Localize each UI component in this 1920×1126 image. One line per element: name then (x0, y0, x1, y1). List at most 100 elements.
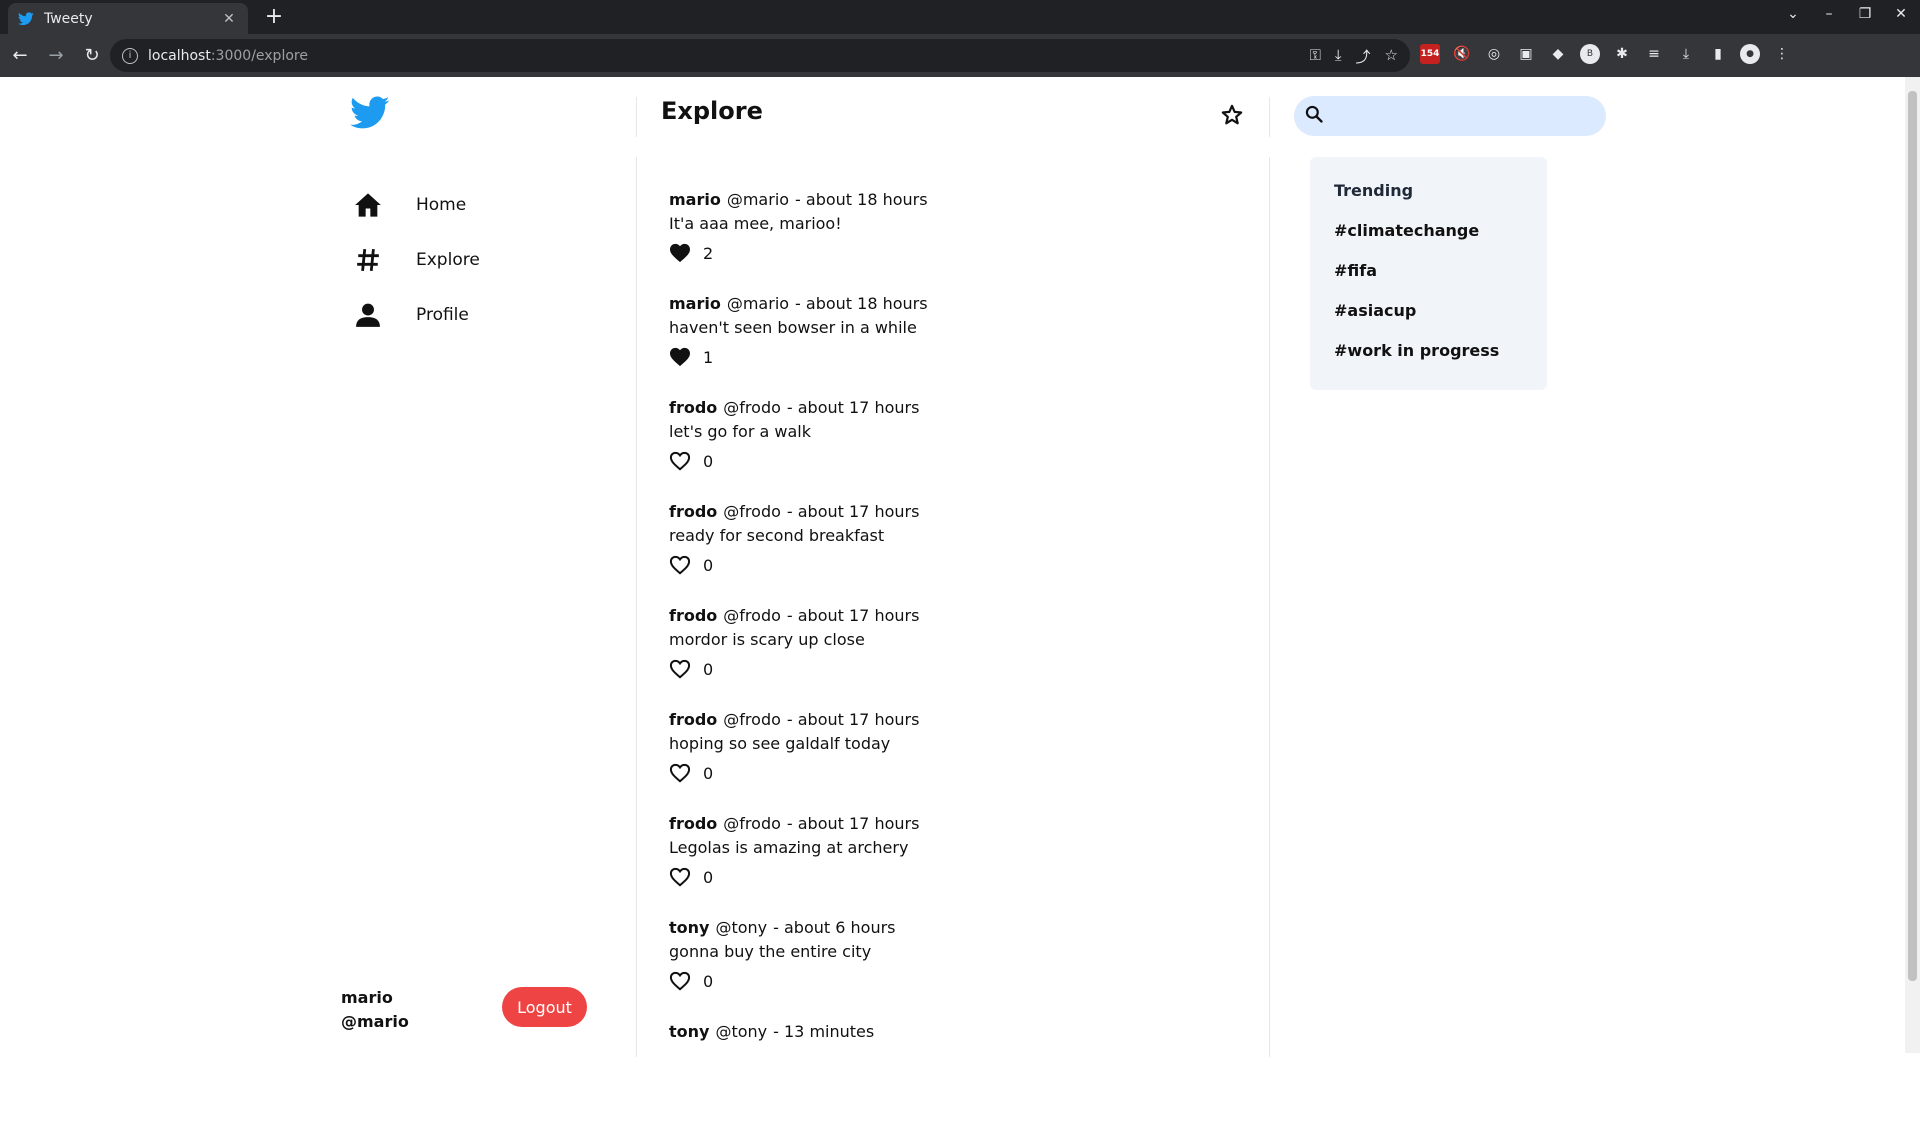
tweet-author-name[interactable]: frodo (669, 398, 717, 417)
sidebar-item-explore[interactable]: Explore (350, 240, 480, 280)
account-avatar-icon[interactable]: ● (1740, 44, 1760, 64)
sidebar-item-home[interactable]: Home (350, 185, 466, 225)
tweet-author-name[interactable]: mario (669, 294, 721, 313)
scrollbar-thumb[interactable] (1908, 91, 1917, 981)
tweet-header: tony @tony - 13 minutes (669, 1022, 928, 1042)
tweet-timestamp: - about 17 hours (786, 710, 920, 729)
browser-tab[interactable]: Tweety ✕ (8, 3, 248, 34)
screen-icon[interactable]: ▣ (1516, 44, 1536, 64)
current-user-handle: @mario (341, 1012, 409, 1031)
puzzle-icon[interactable]: ✱ (1612, 44, 1632, 64)
tweet-author-handle[interactable]: @mario (727, 190, 789, 209)
tweet-author-name[interactable]: frodo (669, 814, 717, 833)
mail-extension-icon[interactable]: 154 (1420, 44, 1440, 64)
share-icon[interactable]: ⤴ (1356, 46, 1371, 67)
sidebar-item-profile[interactable]: Profile (350, 295, 469, 335)
tweet-author-handle[interactable]: @frodo (723, 710, 781, 729)
tweet: frodo @frodo - about 17 hours Legolas is am… (669, 814, 928, 918)
trending-tag[interactable]: #work in progress (1334, 341, 1547, 360)
tweet-header: frodo @frodo - about 17 hours (669, 502, 928, 522)
heart-outline-icon[interactable] (669, 866, 691, 888)
trending-panel: Trending #climatechange #fifa #asiacup #… (1310, 157, 1547, 390)
tweet-author-handle[interactable]: @mario (727, 294, 789, 313)
tweet-author-handle[interactable]: @frodo (723, 814, 781, 833)
tweet-author-handle[interactable]: @tony (715, 1022, 767, 1041)
divider (1269, 157, 1270, 1057)
back-icon[interactable]: ← (4, 40, 36, 72)
heart-filled-icon[interactable] (669, 346, 691, 368)
heart-outline-icon[interactable] (669, 554, 691, 576)
twitter-logo-icon[interactable] (350, 96, 390, 134)
color-picker-icon[interactable]: ◆ (1548, 44, 1568, 64)
sparkle-star-icon[interactable] (1218, 101, 1246, 129)
tweet-author-handle[interactable]: @frodo (723, 606, 781, 625)
divider (636, 97, 637, 137)
minimize-icon[interactable]: – (1820, 6, 1838, 22)
tweet: frodo @frodo - about 17 hours mordor is sca… (669, 606, 928, 710)
page-title: Explore (661, 97, 763, 125)
tweet-likes: 1 (669, 346, 928, 368)
tweet-author-name[interactable]: frodo (669, 502, 717, 521)
heart-filled-icon[interactable] (669, 242, 691, 264)
tweet: tony @tony - 13 minutes (669, 1022, 928, 1126)
heart-outline-icon[interactable] (669, 658, 691, 680)
tweet-header: tony @tony - about 6 hours (669, 918, 928, 938)
tweet-header: mario @mario - about 18 hours (669, 190, 928, 210)
search-box[interactable] (1294, 96, 1606, 136)
mute-icon[interactable]: 🔇 (1452, 44, 1472, 64)
download-icon[interactable]: ⤓ (1676, 44, 1696, 64)
current-user-name: mario (341, 988, 393, 1007)
tweet-timestamp: - about 6 hours (773, 918, 896, 937)
bookmark-star-icon[interactable]: ☆ (1385, 46, 1398, 67)
heart-outline-icon[interactable] (669, 450, 691, 472)
search-input[interactable] (1332, 107, 1592, 125)
tweet-feed: mario @mario - about 18 hours It'a aaa mee,… (669, 190, 928, 1126)
like-count: 2 (703, 243, 714, 263)
tweet: frodo @frodo - about 17 hours let's go for … (669, 398, 928, 502)
trending-tag[interactable]: #climatechange (1334, 221, 1547, 240)
forward-icon[interactable]: → (40, 40, 72, 72)
tweet: mario @mario - about 18 hours It'a aaa mee,… (669, 190, 928, 294)
tweet-author-handle[interactable]: @frodo (723, 502, 781, 521)
tab-title: Tweety (44, 10, 93, 27)
media-queue-icon[interactable]: ≡ (1644, 44, 1664, 64)
tweet-author-handle[interactable]: @tony (715, 918, 767, 937)
tweet-author-handle[interactable]: @frodo (723, 398, 781, 417)
like-count: 1 (703, 347, 714, 367)
tweet-author-name[interactable]: mario (669, 190, 721, 209)
tweet-likes: 0 (669, 970, 928, 992)
restore-icon[interactable]: ❐ (1856, 6, 1874, 22)
glasses-icon[interactable]: ◎ (1484, 44, 1504, 64)
heart-outline-icon[interactable] (669, 762, 691, 784)
tweet-author-name[interactable]: tony (669, 918, 709, 937)
like-count: 0 (703, 555, 714, 575)
tweet-author-name[interactable]: frodo (669, 606, 717, 625)
menu-kebab-icon[interactable]: ⋮ (1772, 44, 1792, 64)
window-controls: ⌄ – ❐ ✕ (1784, 6, 1910, 22)
reload-icon[interactable]: ↻ (76, 40, 108, 72)
tweet-likes: 0 (669, 450, 928, 472)
site-info-icon[interactable]: i (122, 47, 138, 64)
tweet-timestamp: - about 18 hours (795, 294, 928, 313)
key-icon[interactable]: ⚿ (1309, 46, 1320, 67)
side-panel-icon[interactable]: ▮ (1708, 44, 1728, 64)
logout-button[interactable]: Logout (502, 987, 587, 1027)
new-tab-button[interactable]: + (262, 6, 286, 28)
profile-extension-icon[interactable]: B (1580, 44, 1600, 64)
close-tab-icon[interactable]: ✕ (220, 11, 238, 27)
tab-search-icon[interactable]: ⌄ (1784, 6, 1802, 22)
address-bar[interactable]: i localhost:3000/explore ⚿ ⤓ ⤴ ☆ (110, 39, 1410, 72)
trending-tag[interactable]: #asiacup (1334, 301, 1547, 320)
install-icon[interactable]: ⤓ (1335, 46, 1342, 67)
like-count: 0 (703, 659, 714, 679)
tweet-header: frodo @frodo - about 17 hours (669, 606, 928, 626)
heart-outline-icon[interactable] (669, 970, 691, 992)
tweet-author-name[interactable]: tony (669, 1022, 709, 1041)
tweet-text: gonna buy the entire city (669, 942, 872, 961)
trending-tag[interactable]: #fifa (1334, 261, 1547, 280)
close-window-icon[interactable]: ✕ (1892, 6, 1910, 22)
tweet-author-name[interactable]: frodo (669, 710, 717, 729)
scrollbar[interactable] (1905, 77, 1920, 1053)
browser-tab-bar: Tweety ✕ + ⌄ – ❐ ✕ (0, 0, 1920, 34)
tweet-text: ready for second breakfast (669, 526, 885, 545)
